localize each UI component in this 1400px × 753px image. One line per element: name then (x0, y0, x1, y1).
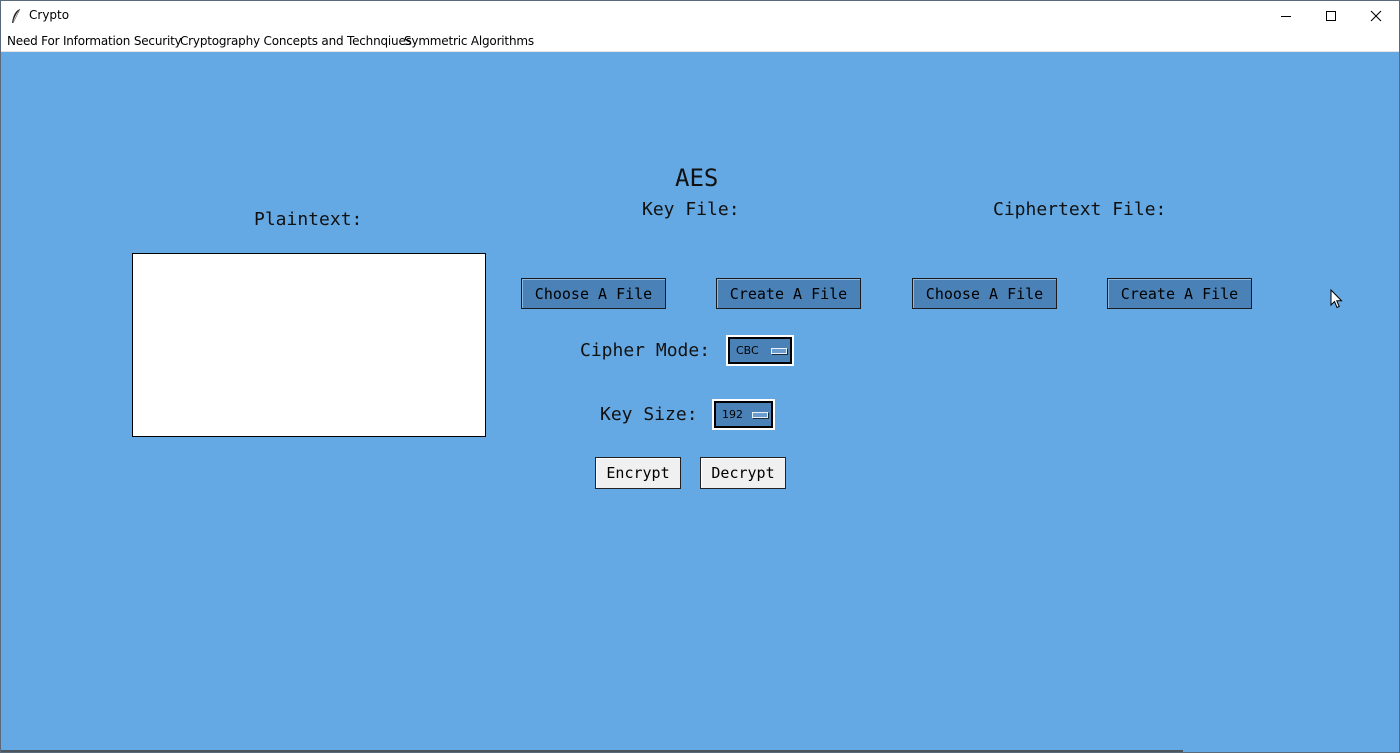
maximize-icon (1325, 7, 1337, 26)
cipher-mode-label: Cipher Mode: (580, 340, 711, 361)
menu-symmetric-algorithms[interactable]: Symmetric Algorithms (404, 34, 534, 48)
menu-need-for-information-security[interactable]: Need For Information Security (7, 34, 182, 48)
close-button[interactable] (1353, 1, 1399, 31)
minimize-icon (1280, 7, 1292, 26)
page-title: AES (675, 164, 719, 192)
option-menu-indicator-icon (771, 348, 787, 354)
encrypt-button[interactable]: Encrypt (595, 457, 681, 489)
key-choose-file-button[interactable]: Choose A File (521, 278, 666, 309)
window-title: Crypto (29, 8, 70, 22)
plaintext-input[interactable] (132, 253, 486, 437)
key-create-file-button[interactable]: Create A File (716, 278, 861, 309)
bottom-edge (1, 750, 1183, 752)
option-menu-indicator-icon (752, 412, 768, 418)
decrypt-button[interactable]: Decrypt (700, 457, 786, 489)
maximize-button[interactable] (1308, 1, 1354, 31)
title-bar[interactable]: Crypto (1, 1, 1399, 31)
ciphertext-choose-file-button[interactable]: Choose A File (912, 278, 1057, 309)
menu-cryptography-concepts[interactable]: Cryptography Concepts and Technqiues (180, 34, 412, 48)
ciphertext-file-label: Ciphertext File: (993, 199, 1167, 220)
feather-icon (10, 8, 22, 24)
key-size-select[interactable]: 192 (712, 399, 775, 430)
mouse-pointer-icon (1330, 288, 1344, 309)
key-file-label: Key File: (642, 199, 740, 220)
close-icon (1370, 7, 1382, 26)
key-size-value: 192 (722, 408, 743, 421)
plaintext-label: Plaintext: (254, 209, 363, 230)
minimize-button[interactable] (1263, 1, 1309, 31)
cipher-mode-value: CBC (736, 344, 759, 357)
app-window: Crypto Need For Information Security Cry… (0, 0, 1400, 753)
key-size-label: Key Size: (600, 404, 698, 425)
menu-bar: Need For Information Security Cryptograp… (1, 31, 1399, 52)
cipher-mode-select[interactable]: CBC (726, 335, 794, 366)
ciphertext-create-file-button[interactable]: Create A File (1107, 278, 1252, 309)
